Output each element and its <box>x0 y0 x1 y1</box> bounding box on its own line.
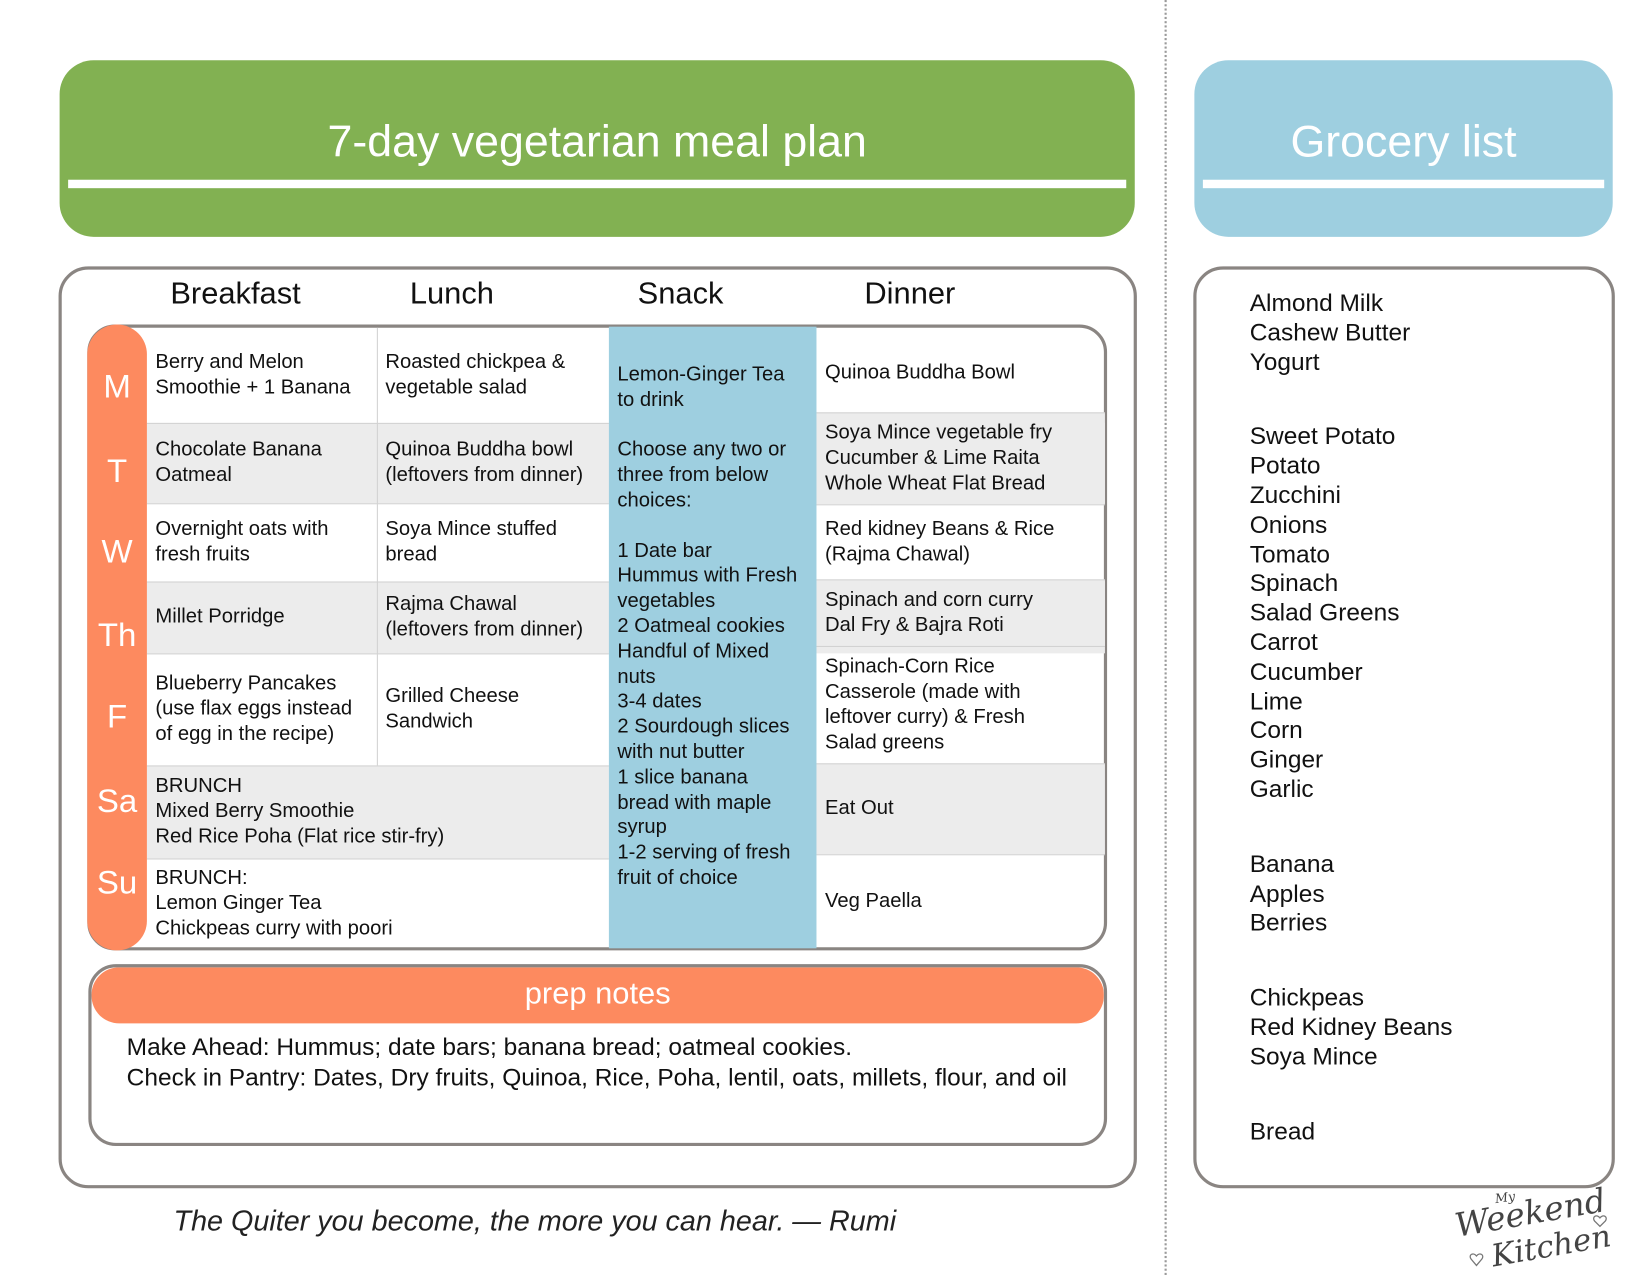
grocery-list: Almond Milk Cashew Butter Yogurt Sweet Pota… <box>1250 289 1453 1192</box>
grocery-item: Potato <box>1249 451 1321 480</box>
breakfast-monday: Berry and Melon Smoothie + 1 Banana <box>155 350 351 399</box>
brunch-saturday: BRUNCH Mixed Berry Smoothie Red Rice Poh… <box>155 774 445 848</box>
day-label-friday: F <box>107 697 128 735</box>
day-label-wednesday: W <box>101 532 133 570</box>
meal-plan-banner: 7-day vegetarian meal plan <box>59 60 1135 237</box>
prep-notes-body: Make Ahead: Hummus; date bars; banana br… <box>127 1032 1072 1092</box>
day-label-tuesday: T <box>107 452 128 490</box>
grocery-group: Banana Apples Berries <box>1250 850 1453 938</box>
grocery-item: Banana <box>1249 849 1335 878</box>
grocery-item: Sweet Potato <box>1249 422 1396 450</box>
page-divider <box>1164 0 1167 1275</box>
column-header-lunch: Lunch <box>409 276 494 311</box>
grocery-group: Bread <box>1250 1117 1453 1146</box>
breakfast-wednesday: Overnight oats with fresh fruits <box>155 518 329 566</box>
day-label-monday: M <box>103 367 131 405</box>
grocery-group: Almond Milk Cashew Butter Yogurt <box>1250 289 1453 377</box>
grocery-item: Soya Mince <box>1249 1042 1378 1070</box>
grocery-group: Sweet Potato Potato Zucchini Onions Tomato Sp… <box>1250 422 1453 804</box>
dinner-wednesday: Red kidney Beans & Rice (Rajma Chawal) <box>824 517 1055 566</box>
banner-rule <box>68 179 1127 189</box>
prep-notes-title: prep notes <box>91 967 1104 1024</box>
grocery-item: Bread <box>1249 1116 1316 1145</box>
grocery-item: Onions <box>1249 510 1328 538</box>
prep-make-ahead: Make Ahead: Hummus; date bars; banana br… <box>126 1032 853 1061</box>
grocery-item: Cucumber <box>1249 657 1363 685</box>
grocery-item: Garlic <box>1249 774 1314 803</box>
page-title: 7-day vegetarian meal plan <box>327 116 867 166</box>
day-label-thursday: Th <box>97 616 137 654</box>
day-label-saturday: Sa <box>96 782 138 820</box>
banner-rule <box>1202 179 1605 189</box>
grocery-item: Ginger <box>1249 745 1324 773</box>
dinner-thursday: Spinach and corn curry Dal Fry & Bajra R… <box>824 588 1033 636</box>
grocery-item: Cashew Butter <box>1249 318 1411 346</box>
lunch-tuesday: Quinoa Buddha bowl (leftovers from dinne… <box>385 438 584 487</box>
grocery-group: Chickpeas Red Kidney Beans Soya Mince <box>1250 983 1453 1071</box>
grocery-item: Berries <box>1249 908 1328 936</box>
lunch-friday: Grilled Cheese Sandwich <box>385 685 520 733</box>
heart-icon <box>1469 1253 1484 1267</box>
grocery-item: Red Kidney Beans <box>1249 1012 1453 1041</box>
dinner-monday: Quinoa Buddha Bowl <box>824 361 1016 384</box>
grocery-item: Zucchini <box>1249 481 1341 509</box>
column-header-snack: Snack <box>637 276 724 311</box>
grocery-item: Almond Milk <box>1249 288 1384 317</box>
snack-column: Lemon-Ginger Tea to drink Choose any two… <box>608 326 817 949</box>
prep-pantry: Check in Pantry: Dates, Dry fruits, Quin… <box>126 1063 1067 1091</box>
grocery-item: Yogurt <box>1249 347 1320 375</box>
grocery-item: Apples <box>1249 879 1325 907</box>
grocery-item: Lime <box>1249 686 1303 715</box>
grocery-item: Spinach <box>1249 569 1339 597</box>
footer-quote: The Quiter you become, the more you can … <box>173 1205 897 1237</box>
breakfast-thursday: Millet Porridge <box>155 605 285 628</box>
day-label-sunday: Su <box>96 863 138 901</box>
dinner-friday: Spinach-Corn Rice Casserole (made with l… <box>824 654 1026 754</box>
grocery-banner: Grocery list <box>1194 60 1613 237</box>
grocery-item: Salad Greens <box>1249 598 1400 627</box>
brunch-sunday: BRUNCH: Lemon Ginger Tea Chickpeas curry… <box>155 866 393 940</box>
lunch-wednesday: Soya Mince stuffed bread <box>385 518 557 566</box>
dinner-tuesday: Soya Mince vegetable fry Cucumber & Lime… <box>824 421 1053 495</box>
breakfast-tuesday: Chocolate Banana Oatmeal <box>155 438 322 487</box>
grocery-item: Corn <box>1249 716 1303 744</box>
grocery-item: Chickpeas <box>1249 983 1365 1011</box>
day-strip: M T W Th F Sa Su <box>87 324 147 951</box>
snack-options: Lemon-Ginger Tea to drink Choose any two… <box>617 363 798 890</box>
lunch-monday: Roasted chickpea & vegetable salad <box>385 350 566 399</box>
lunch-thursday: Rajma Chawal (leftovers from dinner) <box>385 593 584 641</box>
prep-notes-box: prep notes Make Ahead: Hummus; date bars… <box>88 964 1108 1147</box>
grocery-item: Tomato <box>1249 539 1331 568</box>
dinner-saturday: Eat Out <box>824 797 894 820</box>
grocery-title: Grocery list <box>1290 116 1517 166</box>
dinner-sunday: Veg Paella <box>824 890 922 913</box>
breakfast-friday: Blueberry Pancakes (use flax eggs instea… <box>155 672 353 746</box>
my-weekend-kitchen-logo: My Weekend Kitchen <box>1453 1186 1613 1271</box>
column-header-breakfast: Breakfast <box>170 276 301 311</box>
meal-plan-page: 7-day vegetarian meal plan Grocery list … <box>0 0 1650 1275</box>
column-header-dinner: Dinner <box>864 276 956 311</box>
grocery-item: Carrot <box>1249 627 1318 656</box>
